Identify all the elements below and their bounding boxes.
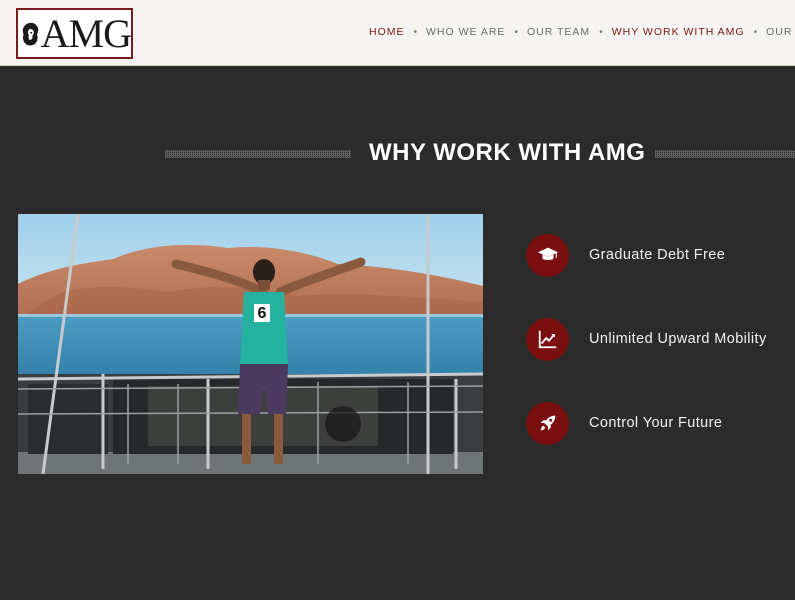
nav-home[interactable]: HOME xyxy=(369,26,405,38)
title-divider-right xyxy=(655,150,795,158)
feature-icon-badge xyxy=(526,317,569,361)
lion-logo-icon xyxy=(22,22,39,45)
feature-label: Control Your Future xyxy=(589,415,723,431)
nav-our-team[interactable]: OUR TEAM xyxy=(527,26,590,38)
section-title: WHY WORK WITH AMG xyxy=(369,139,646,166)
nav-why-work-with-amg[interactable]: WHY WORK WITH AMG xyxy=(612,26,745,38)
jersey-number: 6 xyxy=(258,305,267,322)
site-header: AMG HOME • WHO WE ARE • OUR TEAM • WHY W… xyxy=(0,0,795,66)
nav-separator: • xyxy=(514,26,518,38)
feature-icon-badge xyxy=(526,233,569,277)
feature-graduate-debt-free: Graduate Debt Free xyxy=(526,233,786,277)
title-divider-left xyxy=(165,150,351,158)
feature-unlimited-upward-mobility: Unlimited Upward Mobility xyxy=(526,317,786,361)
nav-our-customers[interactable]: OUR CUSTOMERS xyxy=(766,26,795,38)
nav-separator: • xyxy=(599,26,603,38)
graduation-cap-icon xyxy=(537,247,558,261)
feature-label: Unlimited Upward Mobility xyxy=(589,331,767,347)
feature-label: Graduate Debt Free xyxy=(589,247,726,263)
feature-icon-badge xyxy=(526,401,569,445)
trending-chart-icon xyxy=(538,330,556,349)
section-heading: WHY WORK WITH AMG xyxy=(0,135,795,171)
logo-text: AMG xyxy=(40,10,132,56)
feature-control-your-future: Control Your Future xyxy=(526,401,786,445)
hero-photo: 6 xyxy=(18,214,483,474)
nav-separator: • xyxy=(753,26,758,38)
amg-logo[interactable]: AMG xyxy=(16,8,133,59)
nav-separator: • xyxy=(413,26,418,38)
nav-who-we-are[interactable]: WHO WE ARE xyxy=(426,26,505,38)
rocket-icon xyxy=(540,415,555,431)
main-nav: HOME • WHO WE ARE • OUR TEAM • WHY WORK … xyxy=(369,26,795,38)
